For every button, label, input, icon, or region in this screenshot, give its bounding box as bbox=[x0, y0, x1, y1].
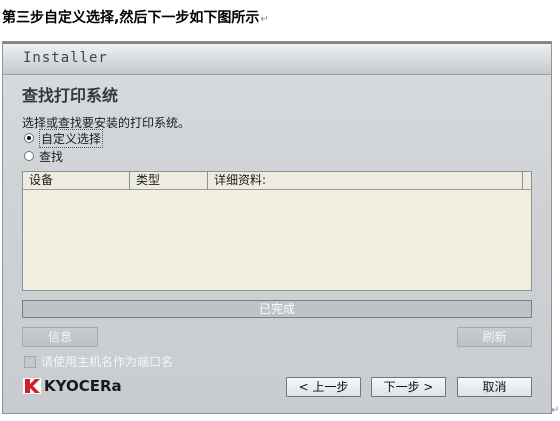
window-title: Installer bbox=[23, 50, 108, 66]
info-button[interactable]: 信息 bbox=[22, 327, 98, 347]
hostname-port-checkbox-row[interactable]: 请使用主机名作为端口名 bbox=[24, 353, 173, 370]
radio-custom-select[interactable]: 自定义选择 bbox=[24, 128, 104, 148]
printer-list-table[interactable]: 设备 类型 详细资料: bbox=[22, 171, 532, 291]
column-header-details[interactable]: 详细资料: bbox=[208, 172, 523, 189]
back-button[interactable]: < 上一步 bbox=[286, 377, 361, 397]
trailing-paragraph-mark: ↵ bbox=[551, 405, 560, 416]
next-button[interactable]: 下一步 > bbox=[371, 377, 446, 397]
table-header: 设备 类型 详细资料: bbox=[23, 172, 531, 190]
radio-search-label[interactable]: 查找 bbox=[39, 148, 63, 165]
radio-selected-icon[interactable] bbox=[24, 133, 34, 143]
cancel-button[interactable]: 取消 bbox=[457, 377, 532, 397]
hostname-port-label[interactable]: 请使用主机名作为端口名 bbox=[41, 353, 173, 370]
instruction-caption: 第三步自定义选择,然后下一步如下图所示↵ bbox=[2, 7, 269, 27]
checkbox-icon[interactable] bbox=[24, 355, 36, 368]
column-header-type[interactable]: 类型 bbox=[130, 172, 208, 189]
status-bar: 已完成 bbox=[22, 300, 532, 318]
instruction-text: 第三步自定义选择,然后下一步如下图所示 bbox=[2, 10, 260, 26]
page-title: 查找打印系统 bbox=[22, 86, 119, 105]
radio-custom-label[interactable]: 自定义选择 bbox=[39, 128, 104, 148]
refresh-button[interactable]: 刷新 bbox=[457, 327, 532, 347]
radio-unselected-icon[interactable] bbox=[24, 151, 34, 161]
radio-search[interactable]: 查找 bbox=[24, 148, 63, 164]
paragraph-mark: ↵ bbox=[260, 14, 269, 25]
title-bar: Installer bbox=[3, 44, 551, 75]
installer-window: Installer 查找打印系统 选择或查找要安装的打印系统。 自定义选择 查找… bbox=[2, 41, 552, 414]
kyocera-logo-mark-icon bbox=[23, 378, 41, 394]
kyocera-logo: KYOCERa bbox=[23, 377, 122, 395]
kyocera-logo-text: KYOCERa bbox=[44, 377, 122, 395]
column-header-device[interactable]: 设备 bbox=[23, 172, 130, 189]
